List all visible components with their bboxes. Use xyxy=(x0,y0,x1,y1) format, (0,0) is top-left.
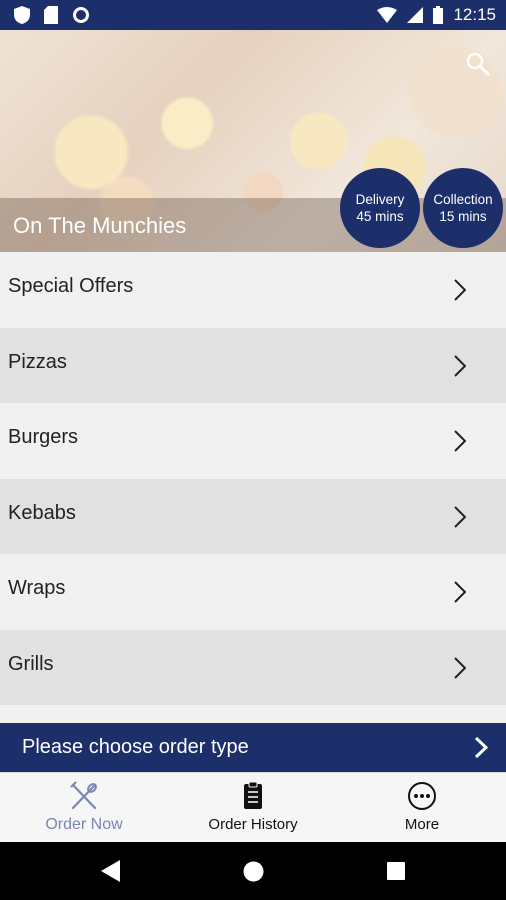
signal-icon xyxy=(407,7,424,23)
restaurant-hero-image: On The Munchies Delivery 45 mins Collect… xyxy=(0,30,506,252)
delivery-label: Delivery xyxy=(355,192,405,207)
collection-label: Collection xyxy=(433,192,493,207)
menu-item-label: Wraps xyxy=(8,577,66,600)
chevron-right-icon xyxy=(454,581,466,603)
collection-time: 15 mins xyxy=(439,209,487,224)
recents-icon[interactable] xyxy=(387,862,405,880)
menu-item-label: Grills xyxy=(8,652,54,675)
menu-item-wraps[interactable]: Wraps xyxy=(0,554,506,630)
menu-item-grills[interactable]: Grills xyxy=(0,629,506,705)
menu-list-tail xyxy=(0,705,506,723)
chevron-right-icon xyxy=(454,656,466,679)
more-dots-icon xyxy=(408,782,436,810)
status-bar: 12:15 xyxy=(0,0,506,30)
order-type-prompt: Please choose order type xyxy=(22,736,249,758)
delivery-time: 45 mins xyxy=(356,209,404,224)
tab-order-history-label: Order History xyxy=(208,816,298,833)
status-time: 12:15 xyxy=(453,5,496,24)
choose-order-type-bar[interactable]: Please choose order type xyxy=(0,723,506,772)
delivery-time-badge: Delivery 45 mins xyxy=(340,168,420,248)
sd-card-icon xyxy=(44,6,58,24)
search-icon[interactable] xyxy=(464,50,492,78)
tab-order-now-label: Order Now xyxy=(45,816,123,833)
chevron-right-icon xyxy=(474,736,488,759)
menu-item-label: Burgers xyxy=(8,426,79,449)
clipboard-icon xyxy=(244,781,262,809)
bottom-tab-bar: Order Now Order History More xyxy=(0,772,506,843)
chevron-right-icon xyxy=(454,279,466,301)
tab-order-now[interactable]: Order Now xyxy=(0,773,168,843)
system-navigation-bar xyxy=(0,842,506,900)
chevron-right-icon xyxy=(454,354,466,377)
menu-item-label: Special Offers xyxy=(8,275,134,298)
collection-time-badge: Collection 15 mins xyxy=(423,168,503,248)
shield-icon xyxy=(14,6,30,24)
menu-item-kebabs[interactable]: Kebabs xyxy=(0,478,506,554)
menu-item-label: Pizzas xyxy=(8,350,67,373)
back-icon[interactable] xyxy=(101,860,121,882)
home-icon[interactable] xyxy=(243,861,264,882)
menu-item-burgers[interactable]: Burgers xyxy=(0,403,506,479)
menu-item-pizzas[interactable]: Pizzas xyxy=(0,327,506,403)
wifi-icon xyxy=(377,7,398,23)
tab-more[interactable]: More xyxy=(338,773,506,843)
tab-more-label: More xyxy=(404,816,440,833)
chevron-right-icon xyxy=(454,430,466,452)
tab-order-history[interactable]: Order History xyxy=(169,773,337,843)
menu-item-label: Kebabs xyxy=(8,501,76,524)
fork-knife-icon xyxy=(70,781,97,810)
sync-icon xyxy=(73,7,89,23)
chevron-right-icon xyxy=(454,505,466,528)
restaurant-name: On The Munchies xyxy=(13,213,187,238)
menu-item-special-offers[interactable]: Special Offers xyxy=(0,252,506,328)
battery-icon xyxy=(433,6,444,24)
menu-category-list: Special Offers Pizzas Burgers Kebabs Wra… xyxy=(0,252,506,705)
